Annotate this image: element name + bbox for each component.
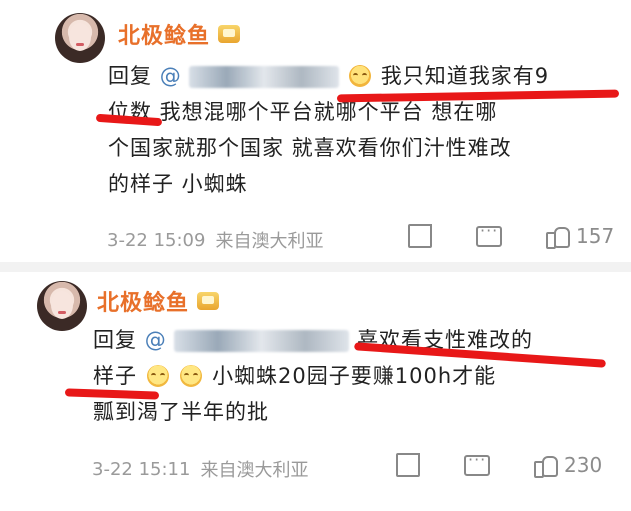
emoji-icon [349,65,372,87]
blurred-mention [189,66,340,88]
vip-badge-icon [197,292,220,310]
username[interactable]: 北极鲶鱼 [118,18,210,50]
username[interactable]: 北极鲶鱼 [97,285,189,317]
meta-row: 3-22 15:09 来自澳大利亚 [107,227,323,253]
comment-text: 回复 @ 我只知道我家有9 位数 我想混哪个平台就哪个平台 想在哪 个国家就那个… [108,58,608,202]
like-count: 230 [564,453,603,477]
comment-line-3: 个国家就那个国家 就喜欢看你们汁性难改 [108,136,512,160]
like-button[interactable]: 157 [546,224,615,249]
mention-prefix[interactable]: @ [145,328,167,352]
avatar-lip [76,43,84,46]
grin-emoji-icon [180,365,203,387]
comment-time: 3-22 15:11 [92,458,191,480]
comment-line-3: 瓢到渴了半年的批 [93,400,269,424]
share-icon[interactable] [408,224,432,248]
vip-badge-icon [218,25,241,43]
username-row: 北极鲶鱼 [118,18,241,50]
avatar[interactable] [55,13,105,63]
comment-line-1: 回复 @ 喜欢看支性难改的 [93,322,613,358]
comment-source: 来自澳大利亚 [200,460,309,481]
actions-row: 157 [408,221,615,249]
grin-emoji-icon [146,365,169,387]
like-button[interactable]: 230 [534,453,603,478]
blurred-mention [174,330,350,352]
username-row: 北极鲶鱼 [97,285,220,317]
avatar-lip [58,311,66,314]
share-icon[interactable] [396,453,420,477]
card-divider [0,262,631,272]
comment-line-1: 回复 @ 我只知道我家有9 [108,58,608,94]
comment-line-2-text: 样子 [93,364,137,388]
comment-card-1: 北极鲶鱼 回复 @ 我只知道我家有9 位数 我想混哪个平台就哪个平台 想在哪 个… [0,0,631,262]
comment-icon[interactable] [464,450,490,476]
meta-row: 3-22 15:11 来自澳大利亚 [92,456,308,482]
comment-line-1-text: 我只知道我家有9 [380,64,550,88]
comment-line-4: 的样子 小蜘蛛 [108,172,248,196]
actions-row: 230 [396,450,603,478]
avatar-face [69,23,91,51]
mention-prefix[interactable]: @ [160,64,182,88]
comment-source: 来自澳大利亚 [215,231,324,252]
reply-label: 回复 [108,64,152,88]
avatar[interactable] [37,281,87,331]
like-count: 157 [576,224,615,248]
comment-time: 3-22 15:09 [107,229,206,251]
comment-line-2b-text: 小蜘蛛20园子要赚100h才能 [212,364,497,388]
comment-text: 回复 @ 喜欢看支性难改的 样子 小蜘蛛20园子要赚100h才能 瓢到渴了半年的… [93,322,613,430]
comment-card-2: 北极鲶鱼 回复 @ 喜欢看支性难改的 样子 小蜘蛛20园子要赚100h才能 瓢到… [0,272,631,511]
avatar-face [51,291,73,319]
comment-icon[interactable] [476,221,502,247]
reply-label: 回复 [93,328,137,352]
like-icon [546,225,570,249]
like-icon [534,454,558,478]
comment-line-2: 样子 小蜘蛛20园子要赚100h才能 [93,358,613,394]
